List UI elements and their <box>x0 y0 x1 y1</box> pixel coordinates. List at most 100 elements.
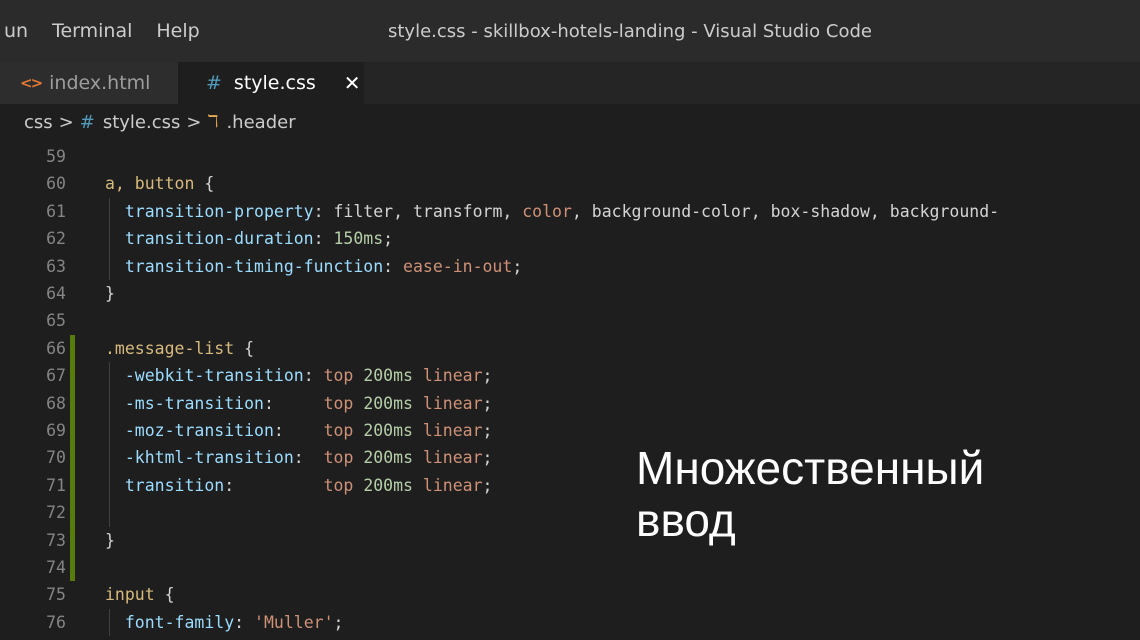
code-line[interactable]: 59 <box>0 143 1140 170</box>
code-token: ease-in-out <box>403 256 513 276</box>
code-line[interactable]: 64} <box>0 280 1140 307</box>
line-number: 69 <box>46 421 66 440</box>
code-token: ; <box>512 256 523 276</box>
menu-terminal[interactable]: Terminal <box>52 20 132 42</box>
code-token: transition <box>124 475 225 495</box>
gutter-modified-marker <box>70 499 75 527</box>
code-token: 200ms <box>363 393 423 413</box>
code-token: -khtml-transition <box>124 448 294 468</box>
code-token: : <box>273 421 324 440</box>
code-token: 200ms <box>363 421 423 440</box>
code-line[interactable]: 69 -moz-transition: top 200ms linear; <box>0 417 1140 445</box>
video-caption: Множественный ввод <box>636 442 1116 546</box>
code-token: 200ms <box>363 366 423 386</box>
code-text: } <box>105 280 115 307</box>
close-icon[interactable]: ✕ <box>344 71 361 95</box>
menu-run[interactable]: un <box>4 20 28 42</box>
line-number: 72 <box>46 503 66 523</box>
code-text: transition: top 200ms linear; <box>105 472 493 499</box>
code-token: -webkit-transition <box>124 366 304 386</box>
code-token: , background-color, box-shadow, backgrou… <box>571 201 1000 221</box>
code-line[interactable]: 60 a, button { <box>0 170 1140 197</box>
line-number: 63 <box>46 256 66 276</box>
breadcrumb: css > # style.css > ℸ .header <box>0 104 1140 140</box>
line-number: 64 <box>46 284 66 303</box>
code-token: : <box>234 612 255 632</box>
html-file-icon: <> <box>20 74 43 92</box>
tab-label: index.html <box>49 72 151 94</box>
code-line[interactable]: 68 -ms-transition: top 200ms linear; <box>0 389 1140 417</box>
code-token: a, button <box>105 174 205 194</box>
code-text: input { <box>105 581 175 608</box>
code-token: top <box>323 366 364 386</box>
line-number: 75 <box>46 585 66 605</box>
code-line[interactable]: 66 .message-list { <box>0 334 1140 363</box>
caption-line-1: Множественный <box>636 442 985 494</box>
tab-index-html[interactable]: <> index.html <box>0 62 178 104</box>
code-token: 150ms <box>333 229 384 249</box>
code-token: ; <box>482 448 493 468</box>
title-bar: un Terminal Help style.css - skillbox-ho… <box>0 0 1140 62</box>
code-token: : <box>293 448 324 468</box>
code-line[interactable]: 76 font-family: 'Muller'; <box>0 608 1140 637</box>
code-token: { <box>164 585 175 605</box>
code-token: : <box>313 201 334 221</box>
code-line[interactable]: 61 transition-property: filter, transfor… <box>0 197 1140 226</box>
line-number: 70 <box>46 448 66 468</box>
menu-help[interactable]: Help <box>156 20 199 42</box>
code-token: transition-property <box>124 201 314 221</box>
gutter-modified-marker <box>70 417 75 445</box>
gutter-modified-marker <box>70 471 75 500</box>
code-token: : <box>303 366 324 386</box>
code-token: linear <box>422 366 483 386</box>
tab-bar-empty <box>364 62 1140 104</box>
code-token: color <box>522 201 572 221</box>
code-line[interactable]: 75 input { <box>0 581 1140 608</box>
code-text: a, button { <box>105 170 214 197</box>
code-line[interactable]: 63 transition-timing-function: ease-in-o… <box>0 252 1140 280</box>
caption-line-2: ввод <box>636 494 736 546</box>
code-token: input <box>105 585 165 605</box>
line-number: 76 <box>46 612 66 632</box>
gutter-modified-marker <box>70 389 75 417</box>
tab-style-css[interactable]: # style.css ✕ <box>178 62 364 104</box>
code-text: -webkit-transition: top 200ms linear; <box>105 362 493 389</box>
line-number: 59 <box>46 147 66 166</box>
breadcrumb-folder[interactable]: css <box>24 112 53 133</box>
code-token: : <box>383 256 404 276</box>
gutter-modified-marker <box>70 554 75 582</box>
code-line[interactable]: 65 <box>0 307 1140 334</box>
code-token: ; <box>482 366 493 386</box>
line-number: 68 <box>46 393 66 413</box>
breadcrumb-file[interactable]: style.css <box>103 112 181 133</box>
code-token: top <box>323 448 364 468</box>
line-number: 67 <box>46 366 66 386</box>
code-token: 200ms <box>363 475 423 495</box>
code-line[interactable]: 62 transition-duration: 150ms; <box>0 225 1140 253</box>
gutter-modified-marker <box>70 526 75 554</box>
css-file-icon: # <box>79 111 95 133</box>
code-token: transition-timing-function <box>124 256 384 276</box>
code-text: transition-timing-function: ease-in-out; <box>105 253 522 280</box>
code-text: -khtml-transition: top 200ms linear; <box>105 444 493 471</box>
code-line[interactable]: 74 <box>0 554 1140 582</box>
tab-bar: <> index.html # style.css ✕ <box>0 62 1140 104</box>
code-token: linear <box>422 475 483 495</box>
code-token: top <box>323 475 364 495</box>
line-number: 71 <box>46 475 66 495</box>
code-text: font-family: 'Muller'; <box>105 609 344 636</box>
breadcrumb-symbol[interactable]: .header <box>226 112 295 133</box>
code-text: -moz-transition: top 200ms linear; <box>105 417 493 444</box>
code-editor[interactable]: 59 60 a, button {61 transition-property: f… <box>0 140 1140 640</box>
code-line[interactable]: 67 -webkit-transition: top 200ms linear; <box>0 362 1140 390</box>
code-token: linear <box>422 421 483 440</box>
code-token: ; <box>482 421 493 440</box>
code-token: -ms-transition <box>124 393 264 413</box>
code-text: .message-list { <box>105 335 254 362</box>
code-text: } <box>105 527 115 554</box>
css-file-icon: # <box>206 72 222 94</box>
code-text: transition-property: filter, transform, … <box>105 198 999 225</box>
